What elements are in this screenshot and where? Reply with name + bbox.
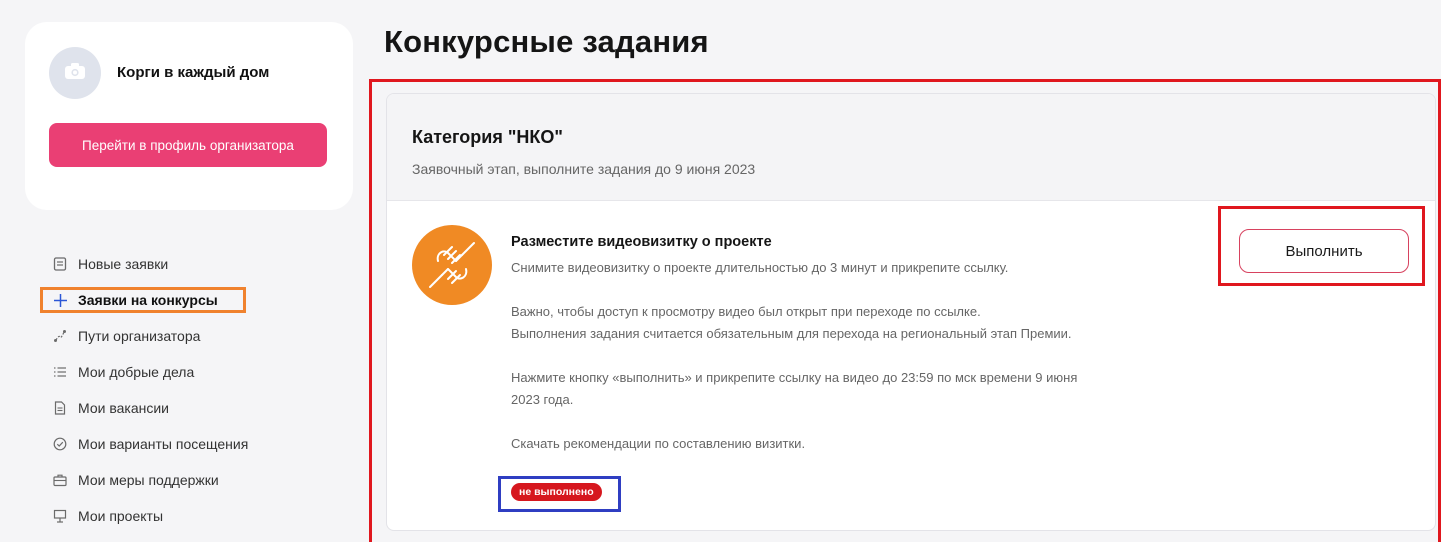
sidebar-item-label: Новые заявки (78, 256, 169, 272)
sidebar-item-label: Мои вакансии (78, 400, 169, 416)
handshake-icon (412, 225, 492, 305)
presentation-icon (52, 508, 68, 524)
execute-button[interactable]: Выполнить (1239, 229, 1409, 273)
list-icon (52, 364, 68, 380)
page-title: Конкурсные задания (384, 24, 709, 59)
go-to-profile-button[interactable]: Перейти в профиль организатора (49, 123, 327, 167)
sidebar-item-organizer-paths[interactable]: Пути организатора (38, 318, 338, 354)
document-icon (52, 400, 68, 416)
sidebar-item-label: Мои меры поддержки (78, 472, 219, 488)
avatar[interactable] (49, 47, 101, 99)
task-note: Важно, чтобы доступ к просмотру видео бы… (511, 304, 981, 319)
briefcase-icon (52, 472, 68, 488)
sidebar-item-label: Заявки на конкурсы (78, 292, 218, 308)
sidebar-item-projects[interactable]: Мои проекты (38, 498, 338, 534)
sidebar-item-label: Мои варианты посещения (78, 436, 249, 452)
sidebar-item-vacancies[interactable]: Мои вакансии (38, 390, 338, 426)
sidebar-nav: Новые заявки Заявки на конкурсы Пути орг… (38, 246, 338, 534)
organizer-profile-card: Корги в каждый дом Перейти в профиль орг… (25, 22, 353, 210)
task-title: Разместите видеовизитку о проекте (511, 234, 772, 250)
camera-icon (64, 62, 86, 85)
category-card: Категория "НКО" Заявочный этап, выполнит… (386, 93, 1436, 531)
category-header: Категория "НКО" Заявочный этап, выполнит… (387, 94, 1435, 201)
sidebar-item-contest-applications[interactable]: Заявки на конкурсы (38, 282, 338, 318)
plus-icon (52, 292, 68, 308)
task-instruction: 2023 года. (511, 392, 574, 407)
route-icon (52, 328, 68, 344)
category-title: Категория "НКО" (412, 127, 563, 147)
sidebar-item-visit-options[interactable]: Мои варианты посещения (38, 426, 338, 462)
document-list-icon (52, 256, 68, 272)
sidebar-item-new-applications[interactable]: Новые заявки (38, 246, 338, 282)
task-note: Выполнения задания считается обязательны… (511, 326, 1072, 341)
download-recommendations-link[interactable]: Скачать рекомендации по составлению визи… (511, 433, 1211, 455)
sidebar-item-label: Мои проекты (78, 508, 164, 524)
status-badge: не выполнено (511, 483, 602, 501)
organization-name: Корги в каждый дом (117, 64, 270, 81)
task-instruction: Нажмите кнопку «выполнить» и прикрепите … (511, 370, 1078, 385)
sidebar-item-good-deeds[interactable]: Мои добрые дела (38, 354, 338, 390)
sidebar-item-label: Мои добрые дела (78, 364, 195, 380)
task-body: Разместите видеовизитку о проекте Снимит… (511, 234, 1211, 455)
sidebar-item-label: Пути организатора (78, 328, 201, 344)
task-description: Снимите видеовизитку о проекте длительно… (511, 260, 1009, 275)
check-circle-icon (52, 436, 68, 452)
category-subtitle: Заявочный этап, выполните задания до 9 и… (412, 161, 756, 177)
sidebar-item-support-measures[interactable]: Мои меры поддержки (38, 462, 338, 498)
